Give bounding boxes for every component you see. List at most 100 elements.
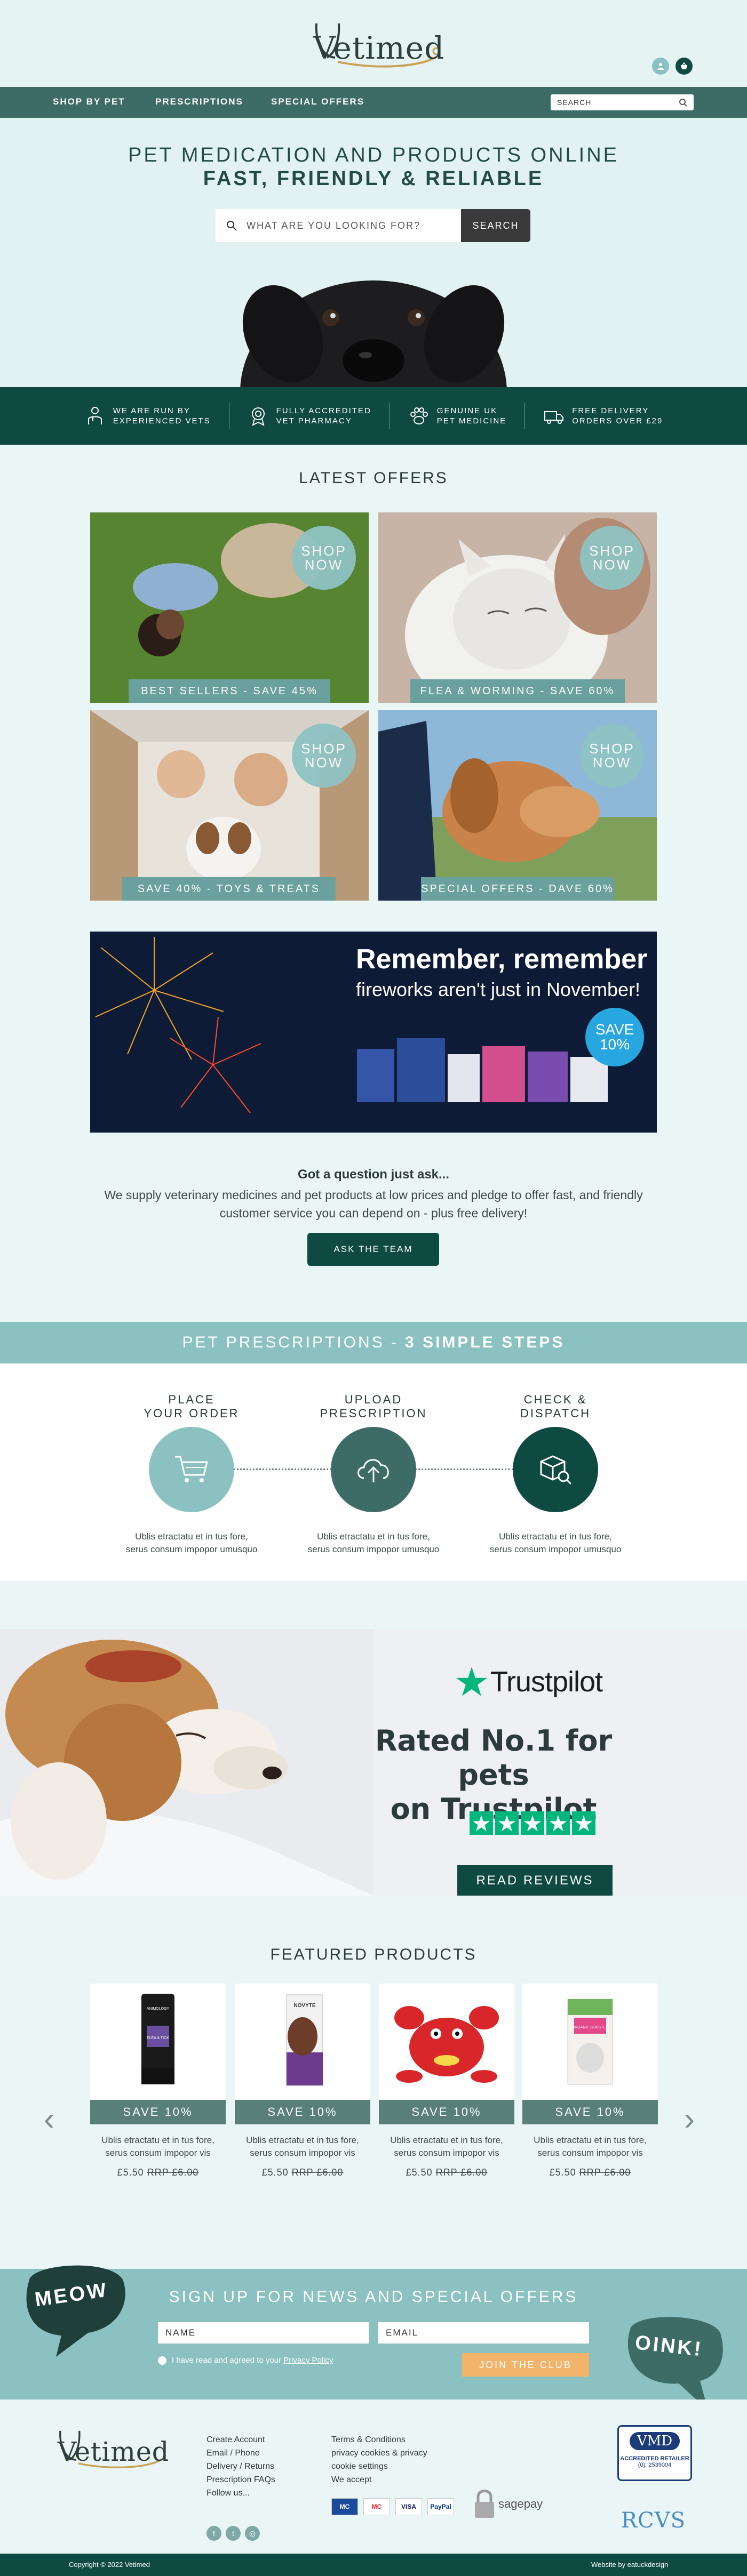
nav-shop-by-pet[interactable]: SHOP BY PET bbox=[53, 97, 125, 107]
product-desc-l2: serus consum impopor vis bbox=[105, 2148, 211, 2158]
banner-title: Remember, remember bbox=[356, 944, 648, 975]
header: Vetimed bbox=[0, 0, 747, 87]
sagepay-text: sagepay bbox=[498, 2497, 543, 2510]
badge-line1: SHOP bbox=[589, 543, 635, 559]
product-card[interactable]: SAVE 10% Ublis etractatu et in tus fore,… bbox=[379, 1984, 514, 2178]
offer-label: SPECIAL OFFERS - DAVE 60% bbox=[421, 877, 614, 901]
facebook-icon[interactable]: f bbox=[206, 2526, 221, 2541]
link-prescription-faqs[interactable]: Prescription FAQs bbox=[206, 2473, 275, 2486]
accredited-icon bbox=[251, 407, 265, 426]
product-card[interactable]: ANIMOLOGY FLEA & TICK SAVE 10% Ublis etra… bbox=[90, 1984, 226, 2178]
offer-tile-special-offers[interactable]: SHOP NOW SPECIAL OFFERS - DAVE 60% bbox=[378, 710, 657, 901]
fireworks-banner[interactable]: Remember, remember fireworks aren't just… bbox=[90, 932, 657, 1133]
product-rrp: RRP £6.00 bbox=[579, 2167, 631, 2178]
feature-genuine-l2: PET MEDICINE bbox=[436, 416, 507, 426]
product-price: £5.50 bbox=[549, 2167, 576, 2178]
badge-line2: NOW bbox=[304, 755, 344, 771]
website-credit[interactable]: Website by eatuckdesign bbox=[591, 2561, 668, 2569]
email-field[interactable]: EMAIL bbox=[378, 2322, 589, 2344]
featured-title: FEATURED PRODUCTS bbox=[270, 1946, 477, 1963]
feature-vets-l2: EXPERIENCED VETS bbox=[113, 416, 211, 426]
logo-text: Vetimed bbox=[313, 30, 445, 66]
feature-accredited-l2: VET PHARMACY bbox=[276, 416, 352, 426]
vmd-text: ACCREDITED RETAILER bbox=[620, 2455, 689, 2462]
star-icon bbox=[495, 1811, 519, 1835]
link-create-account[interactable]: Create Account bbox=[206, 2433, 275, 2446]
we-accept-label: We accept bbox=[331, 2475, 372, 2484]
product-rrp: RRP £6.00 bbox=[147, 2167, 199, 2178]
product-desc-l2: serus consum impopor vis bbox=[394, 2148, 499, 2158]
basket-icon[interactable] bbox=[676, 58, 693, 75]
product-brand-text: NOVYTE bbox=[293, 2003, 315, 2009]
join-club-button[interactable]: JOIN THE CLUB bbox=[462, 2353, 589, 2377]
save-badge: SAVE 10% bbox=[585, 1008, 644, 1066]
product-image[interactable] bbox=[379, 1984, 514, 2100]
nav-prescriptions[interactable]: PRESCRIPTIONS bbox=[155, 97, 243, 107]
badge-line1: SHOP bbox=[301, 741, 347, 757]
prescription-steps: PLACE YOUR ORDER Ublis etractatu et in tu… bbox=[0, 1363, 747, 1581]
product-card[interactable]: NOVYTE SAVE 10% Ublis etractatu et in tu… bbox=[235, 1984, 370, 2178]
star-icon bbox=[521, 1811, 544, 1835]
product-image[interactable]: ANIMOLOGY FLEA & TICK bbox=[90, 1984, 226, 2100]
link-cookie-settings[interactable]: cookie settings bbox=[331, 2460, 427, 2473]
search-icon[interactable] bbox=[679, 98, 687, 107]
shop-now-badge[interactable]: SHOP NOW bbox=[580, 724, 644, 788]
sagepay-badge: sagepay bbox=[473, 2488, 543, 2520]
offers-title: LATEST OFFERS bbox=[299, 469, 448, 487]
hero-search-input[interactable]: WHAT ARE YOU LOOKING FOR? bbox=[216, 209, 461, 242]
offer-tile-best-sellers[interactable]: SHOP NOW BEST SELLERS - SAVE 45% bbox=[90, 512, 369, 703]
save-badge: SAVE 10% bbox=[522, 2100, 658, 2124]
step-desc-l2: serus consum impopor umusquo bbox=[307, 1544, 440, 1554]
offer-label: SAVE 40% - TOYS & TREATS bbox=[122, 877, 336, 901]
read-reviews-button[interactable]: READ REVIEWS bbox=[457, 1865, 613, 1896]
offer-tile-flea-worming[interactable]: SHOP NOW FLEA & WORMING - SAVE 60% bbox=[378, 512, 657, 703]
cart-icon[interactable] bbox=[149, 1427, 234, 1512]
product-image[interactable]: ORGANIC BOOSTER bbox=[522, 1984, 658, 2100]
box-search-icon[interactable] bbox=[513, 1427, 598, 1512]
trustpilot-star-icon bbox=[456, 1667, 487, 1696]
consent-checkbox[interactable] bbox=[158, 2356, 166, 2365]
site-logo[interactable]: Vetimed bbox=[306, 19, 445, 70]
trustpilot-logo[interactable]: Trustpilot bbox=[456, 1665, 603, 1698]
step-desc-l2: serus consum impopor umusquo bbox=[489, 1544, 622, 1554]
question-text: We supply veterinary medicines and pet p… bbox=[104, 1188, 643, 1220]
feature-genuine: GENUINE UK PET MEDICINE bbox=[390, 403, 526, 429]
save-badge: SAVE 10% bbox=[90, 2100, 226, 2124]
cloud-upload-icon[interactable] bbox=[331, 1427, 416, 1512]
footer-logo[interactable]: Vetimed bbox=[51, 2427, 169, 2470]
step-title-l2: DISPATCH bbox=[520, 1407, 591, 1420]
carousel-prev-icon[interactable]: ‹ bbox=[44, 2100, 54, 2137]
carousel-next-icon[interactable]: › bbox=[684, 2100, 695, 2137]
footer-links-2: Terms & Conditions privacy cookies & pri… bbox=[331, 2433, 427, 2486]
link-privacy[interactable]: privacy cookies & privacy bbox=[331, 2446, 427, 2460]
prescriptions-title-b: 3 SIMPLE STEPS bbox=[405, 1334, 565, 1351]
nav-special-offers[interactable]: SPECIAL OFFERS bbox=[271, 97, 364, 107]
featured-products: FEATURED PRODUCTS ‹ › ANIMOLOGY FLEA & TI… bbox=[0, 1896, 747, 2269]
product-desc-l1: Ublis etractatu et in tus fore, bbox=[390, 2135, 503, 2145]
link-delivery-returns[interactable]: Delivery / Returns bbox=[206, 2460, 275, 2473]
link-terms[interactable]: Terms & Conditions bbox=[331, 2433, 427, 2446]
twitter-icon[interactable]: t bbox=[226, 2526, 241, 2541]
social-links: f t ◎ bbox=[206, 2526, 260, 2541]
product-card[interactable]: ORGANIC BOOSTER SAVE 10% Ublis etractatu… bbox=[522, 1984, 658, 2178]
hero-search-button[interactable]: SEARCH bbox=[461, 209, 530, 242]
step-desc-l2: serus consum impopor umusquo bbox=[125, 1544, 258, 1554]
shop-now-badge[interactable]: SHOP NOW bbox=[292, 526, 356, 590]
offer-tile-toys-treats[interactable]: SHOP NOW SAVE 40% - TOYS & TREATS bbox=[90, 710, 369, 901]
product-image[interactable]: NOVYTE bbox=[235, 1984, 370, 2100]
badge-line2: NOW bbox=[304, 557, 344, 573]
privacy-policy-link[interactable]: Privacy Policy bbox=[283, 2356, 333, 2365]
sleeping-dog-image bbox=[0, 1629, 374, 1896]
link-email-phone[interactable]: Email / Phone bbox=[206, 2446, 275, 2460]
instagram-icon[interactable]: ◎ bbox=[245, 2526, 260, 2541]
ask-the-team-button[interactable]: ASK THE TEAM bbox=[307, 1233, 439, 1266]
nav-search-input[interactable]: SEARCH bbox=[551, 94, 694, 110]
vmd-logo: VMD bbox=[629, 2432, 680, 2450]
name-field[interactable]: NAME bbox=[158, 2322, 369, 2344]
shop-now-badge[interactable]: SHOP NOW bbox=[580, 526, 644, 590]
account-icon[interactable] bbox=[652, 58, 669, 75]
badge-line1: SHOP bbox=[301, 543, 347, 559]
save-badge-l2: 10% bbox=[599, 1036, 630, 1053]
shop-now-badge[interactable]: SHOP NOW bbox=[292, 724, 356, 788]
badge-line1: SHOP bbox=[589, 741, 635, 757]
